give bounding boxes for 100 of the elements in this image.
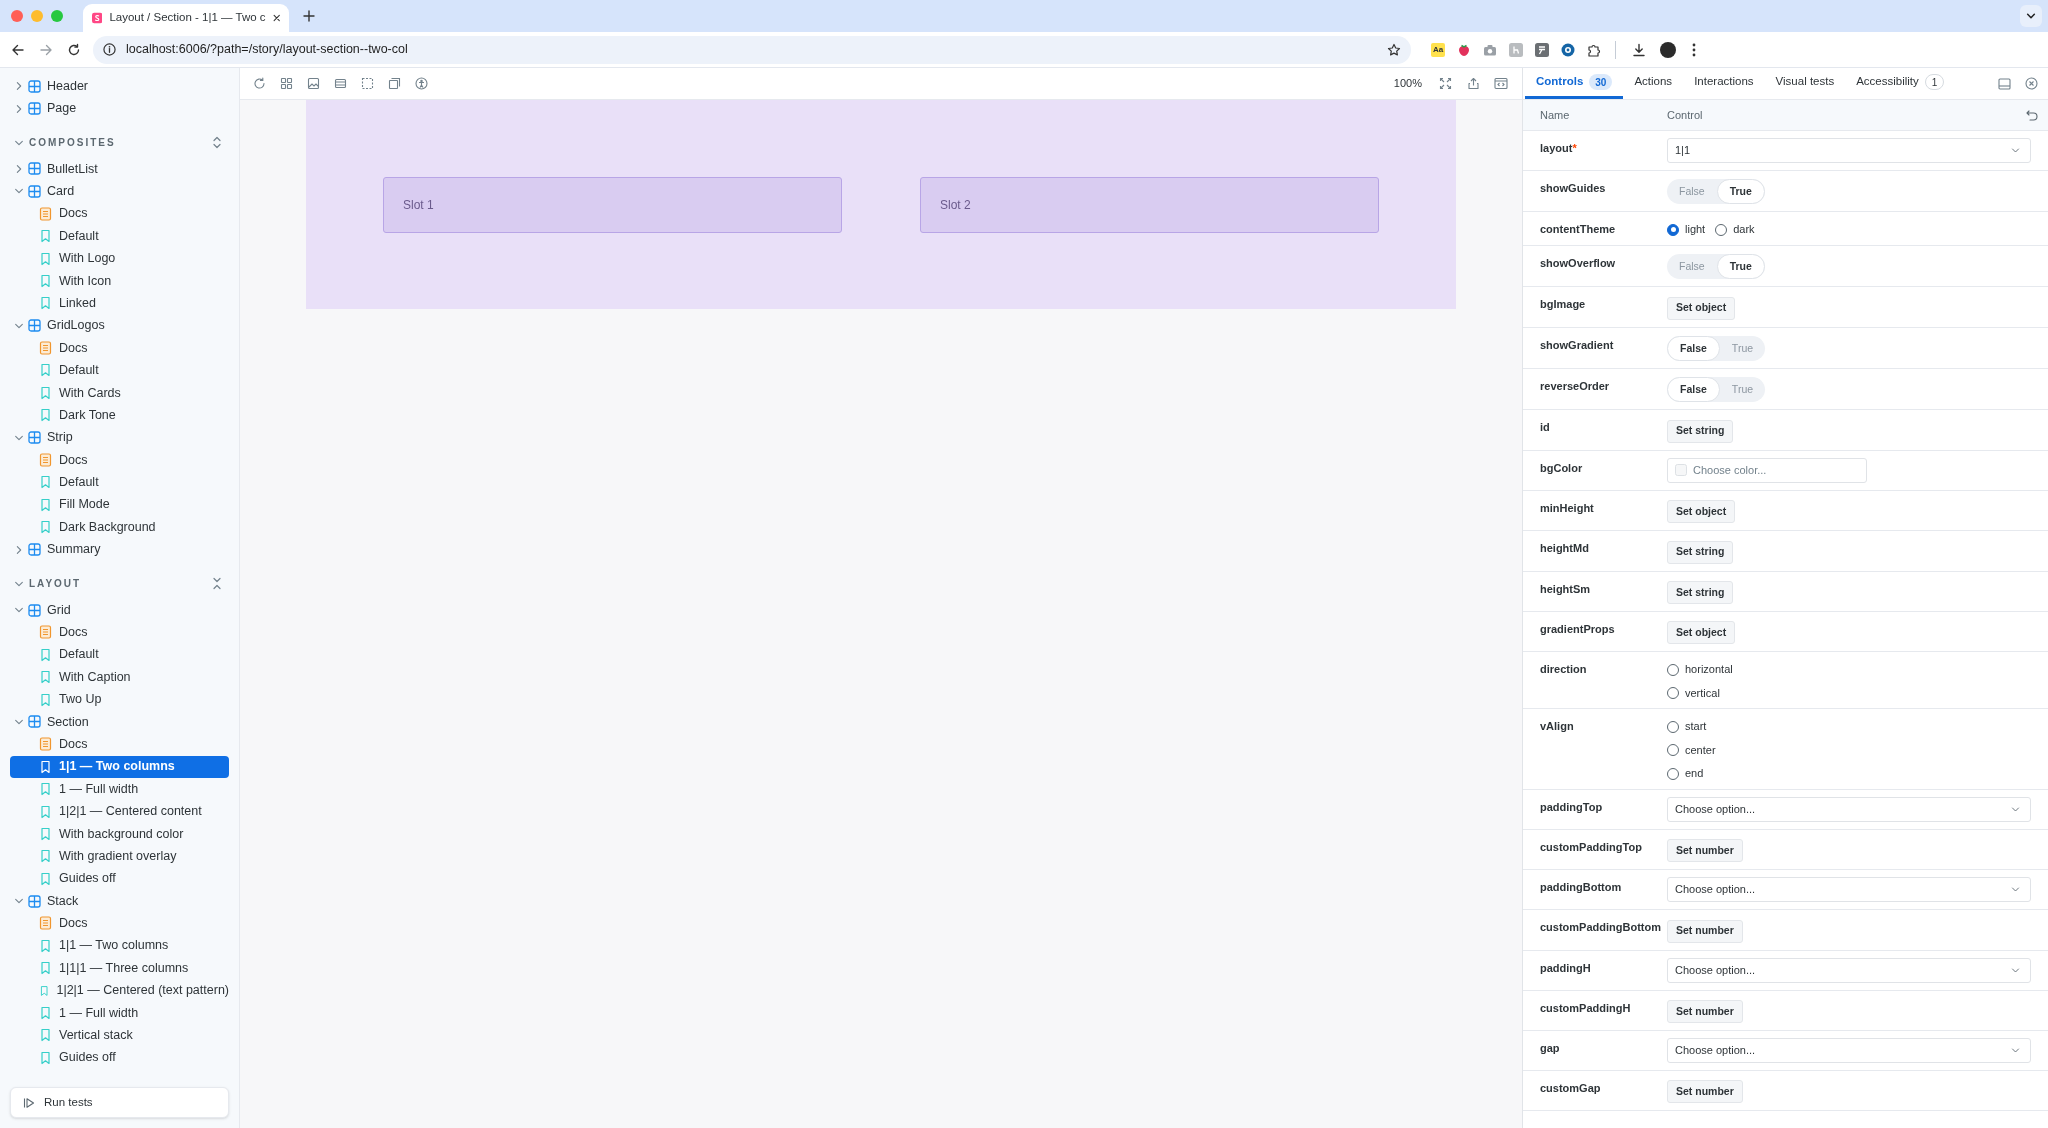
tree-item[interactable]: Guides off bbox=[10, 1046, 229, 1069]
select-field[interactable]: Choose option... bbox=[1667, 796, 2031, 822]
tree-item[interactable]: Default bbox=[10, 359, 229, 382]
address-bar[interactable]: localhost:6006/?path=/story/layout-section--two-col bbox=[93, 35, 1411, 64]
tree-item[interactable]: Strip bbox=[10, 426, 229, 449]
select-field[interactable]: Choose option... bbox=[1667, 957, 2031, 983]
tree-item[interactable]: Summary bbox=[10, 538, 229, 561]
tree-item[interactable]: Default bbox=[10, 643, 229, 666]
radio-button[interactable] bbox=[1667, 687, 1679, 699]
tree-item[interactable]: With Logo bbox=[10, 247, 229, 270]
share-icon[interactable] bbox=[1467, 77, 1480, 90]
tree-item[interactable]: With Caption bbox=[10, 666, 229, 689]
toggle-option[interactable]: False bbox=[1667, 377, 1720, 403]
toggle-option[interactable]: True bbox=[1716, 254, 1765, 280]
tree-item[interactable]: Default bbox=[10, 224, 229, 248]
panel-tab[interactable]: Actions bbox=[1623, 68, 1684, 99]
tab-list-button[interactable] bbox=[2020, 5, 2042, 27]
grid-icon[interactable] bbox=[280, 77, 293, 90]
puzzle-icon[interactable] bbox=[1587, 42, 1601, 57]
panel-tab[interactable]: Interactions bbox=[1683, 68, 1765, 99]
expand-all-icon[interactable] bbox=[211, 136, 223, 150]
tree-item[interactable]: Dark Tone bbox=[10, 404, 229, 427]
tree-item[interactable]: Grid bbox=[10, 598, 229, 622]
tree-item[interactable]: Fill Mode bbox=[10, 493, 229, 517]
extension-icon[interactable] bbox=[1535, 42, 1549, 57]
fullscreen-icon[interactable] bbox=[1439, 77, 1452, 90]
extension-button[interactable]: Aa bbox=[1431, 42, 1445, 57]
tree-item[interactable]: Docs bbox=[10, 202, 229, 225]
image-icon[interactable] bbox=[307, 77, 320, 90]
back-icon[interactable] bbox=[11, 42, 25, 57]
extension-icon[interactable] bbox=[1561, 42, 1575, 57]
set-value-button[interactable]: Set number bbox=[1667, 999, 1743, 1023]
toggle-option[interactable]: False bbox=[1667, 336, 1720, 361]
tree-item[interactable]: 1|2|1 — Centered (text pattern) bbox=[10, 979, 229, 1002]
tree-item[interactable]: Section bbox=[10, 710, 229, 734]
tree-item[interactable]: 1|2|1 — Centered content bbox=[10, 800, 229, 823]
zoom-level[interactable]: 100% bbox=[1393, 75, 1422, 92]
browser-tab[interactable]: Layout / Section - 1|1 — Two c bbox=[83, 4, 289, 32]
tree-item[interactable]: 1|1|1 — Three columns bbox=[10, 957, 229, 980]
tree-item[interactable]: Dark Background bbox=[10, 516, 229, 539]
close-icon[interactable] bbox=[272, 13, 280, 23]
reset-icon[interactable] bbox=[2026, 109, 2038, 121]
tree-item[interactable]: BulletList bbox=[10, 157, 229, 181]
tree-item[interactable]: Two Up bbox=[10, 688, 229, 711]
avatar-icon[interactable] bbox=[1660, 41, 1676, 58]
tree-item[interactable]: Default bbox=[10, 471, 229, 494]
tree-item[interactable]: Guides off bbox=[10, 867, 229, 890]
tree-item[interactable]: Docs bbox=[10, 621, 229, 644]
tree-item[interactable]: Docs bbox=[10, 336, 229, 360]
new-tab-icon[interactable] bbox=[303, 10, 315, 22]
set-value-button[interactable]: Set number bbox=[1667, 1080, 1743, 1104]
tree-item[interactable]: Docs bbox=[10, 912, 229, 935]
panel-layout-icon[interactable] bbox=[1998, 77, 2011, 90]
set-value-button[interactable]: Set number bbox=[1667, 919, 1743, 943]
select-field[interactable]: Choose option... bbox=[1667, 1037, 2031, 1063]
tree-item[interactable]: GridLogos bbox=[10, 314, 229, 337]
outline-icon[interactable] bbox=[361, 77, 374, 90]
close-icon[interactable] bbox=[2025, 77, 2038, 90]
set-value-button[interactable]: Set number bbox=[1667, 839, 1743, 863]
strawberry-icon[interactable] bbox=[1457, 42, 1471, 57]
tree-item[interactable]: Docs bbox=[10, 448, 229, 472]
set-value-button[interactable]: Set object bbox=[1667, 621, 1736, 645]
tree-item[interactable]: Stack bbox=[10, 889, 229, 913]
reload-icon[interactable] bbox=[67, 42, 81, 57]
download-icon[interactable] bbox=[1632, 42, 1646, 57]
tree-item[interactable]: 1|1 — Two columns bbox=[10, 934, 229, 958]
tree-item[interactable]: With background color bbox=[10, 822, 229, 846]
panel-tab[interactable]: Visual tests bbox=[1764, 68, 1846, 99]
radio-button[interactable] bbox=[1667, 223, 1679, 236]
viewport-icon[interactable] bbox=[334, 77, 347, 90]
radio-button[interactable] bbox=[1667, 744, 1679, 756]
tree-item[interactable]: 1|1 — Two columns bbox=[10, 755, 229, 778]
tree-item[interactable]: With Icon bbox=[10, 269, 229, 293]
tree-item[interactable]: Card bbox=[10, 180, 229, 203]
code-icon[interactable] bbox=[1494, 77, 1508, 90]
star-icon[interactable] bbox=[1387, 42, 1401, 57]
radio-button[interactable] bbox=[1667, 720, 1679, 733]
set-value-button[interactable]: Set string bbox=[1667, 580, 1734, 604]
tree-item[interactable]: Vertical stack bbox=[10, 1024, 229, 1047]
tree-item[interactable]: 1 — Full width bbox=[10, 777, 229, 801]
tree-item[interactable]: 1 — Full width bbox=[10, 1001, 229, 1025]
tree-item[interactable]: Docs bbox=[10, 733, 229, 756]
tree-item[interactable]: With Cards bbox=[10, 381, 229, 405]
forward-icon[interactable] bbox=[39, 42, 53, 57]
set-value-button[interactable]: Set string bbox=[1667, 540, 1734, 564]
accessibility-icon[interactable] bbox=[415, 77, 428, 90]
set-value-button[interactable]: Set string bbox=[1667, 419, 1734, 443]
tree-item[interactable]: Header bbox=[10, 75, 229, 98]
collapse-all-icon[interactable] bbox=[211, 577, 223, 591]
tree-item[interactable]: Linked bbox=[10, 292, 229, 315]
tree-item[interactable]: Page bbox=[10, 97, 229, 120]
select-field[interactable]: Choose option... bbox=[1667, 877, 2031, 903]
radio-button[interactable] bbox=[1667, 663, 1679, 676]
select-field[interactable]: 1|1 bbox=[1667, 138, 2031, 163]
toggle-option[interactable]: True bbox=[1716, 179, 1765, 205]
more-menu-icon[interactable] bbox=[1692, 42, 1696, 57]
radio-button[interactable] bbox=[1715, 223, 1728, 236]
set-value-button[interactable]: Set object bbox=[1667, 296, 1736, 320]
color-field[interactable]: Choose color... bbox=[1667, 457, 1867, 483]
run-tests-button[interactable]: Run tests bbox=[10, 1087, 229, 1118]
